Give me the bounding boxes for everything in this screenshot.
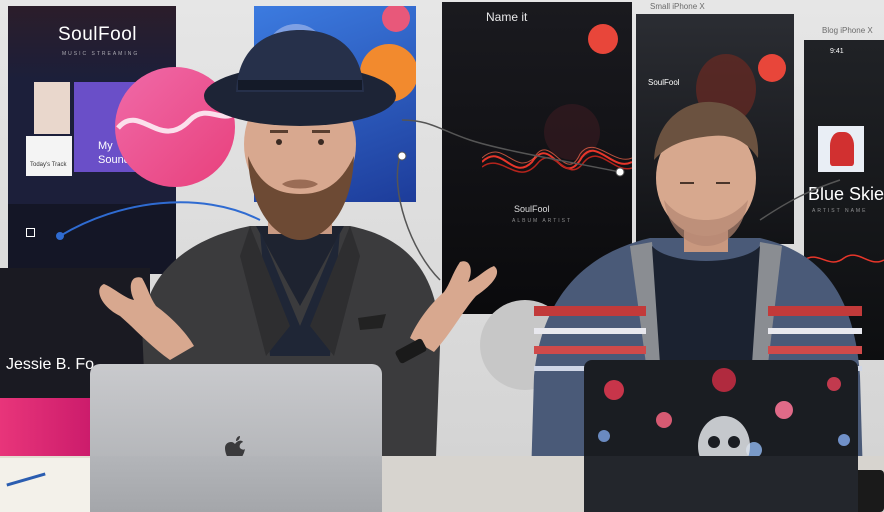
photo-scene: SoulFool MUSIC STREAMING My Sounds Today… [0, 0, 884, 512]
